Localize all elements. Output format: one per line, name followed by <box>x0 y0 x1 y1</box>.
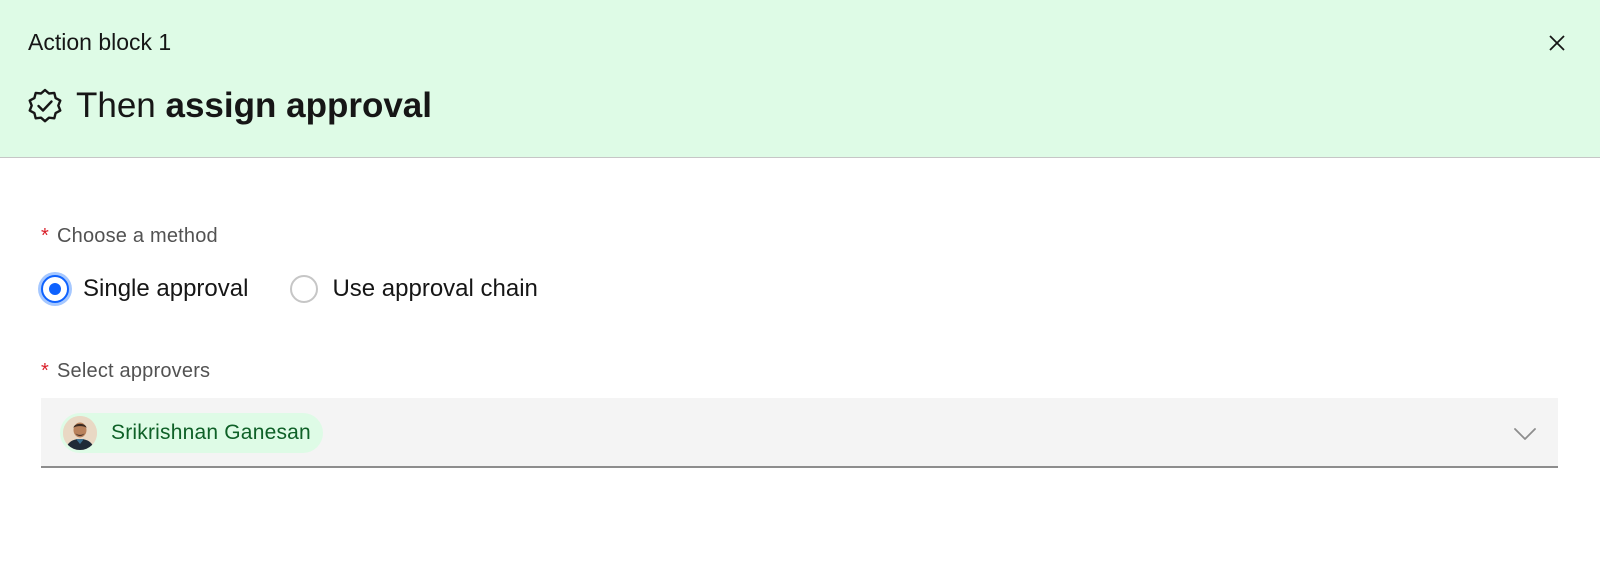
approver-name: Srikrishnan Ganesan <box>111 421 311 444</box>
method-label: * Choose a method <box>41 223 218 249</box>
avatar <box>63 416 97 450</box>
approvers-label: * Select approvers <box>41 358 210 384</box>
approver-tag[interactable]: Srikrishnan Ganesan <box>60 413 323 453</box>
approvers-select[interactable]: Srikrishnan Ganesan <box>41 398 1558 468</box>
radio-button-unchecked[interactable] <box>290 275 319 303</box>
close-icon <box>1549 35 1565 51</box>
action-block-label: Action block 1 <box>28 29 172 55</box>
radio-button-checked[interactable] <box>41 275 69 303</box>
title-prefix: Then <box>76 86 166 125</box>
radio-single-approval[interactable]: Single approval <box>41 273 248 305</box>
title-action: assign approval <box>165 86 432 125</box>
title-text: Then assign approval <box>76 84 432 128</box>
chevron-down-icon[interactable] <box>1511 420 1539 448</box>
method-label-text: Choose a method <box>56 225 218 247</box>
required-mark: * <box>41 225 49 247</box>
certificate-check-icon <box>26 87 64 125</box>
close-button[interactable] <box>1540 26 1574 60</box>
radio-label: Use approval chain <box>332 275 538 302</box>
method-radio-group: Single approval Use approval chain <box>41 271 580 307</box>
approvers-label-text: Select approvers <box>56 360 211 382</box>
required-mark: * <box>41 360 49 382</box>
panel-title: Then assign approval <box>26 82 432 130</box>
panel-header: Action block 1 Then assign approval <box>0 0 1600 158</box>
radio-approval-chain[interactable]: Use approval chain <box>290 273 538 305</box>
radio-label: Single approval <box>83 275 249 302</box>
